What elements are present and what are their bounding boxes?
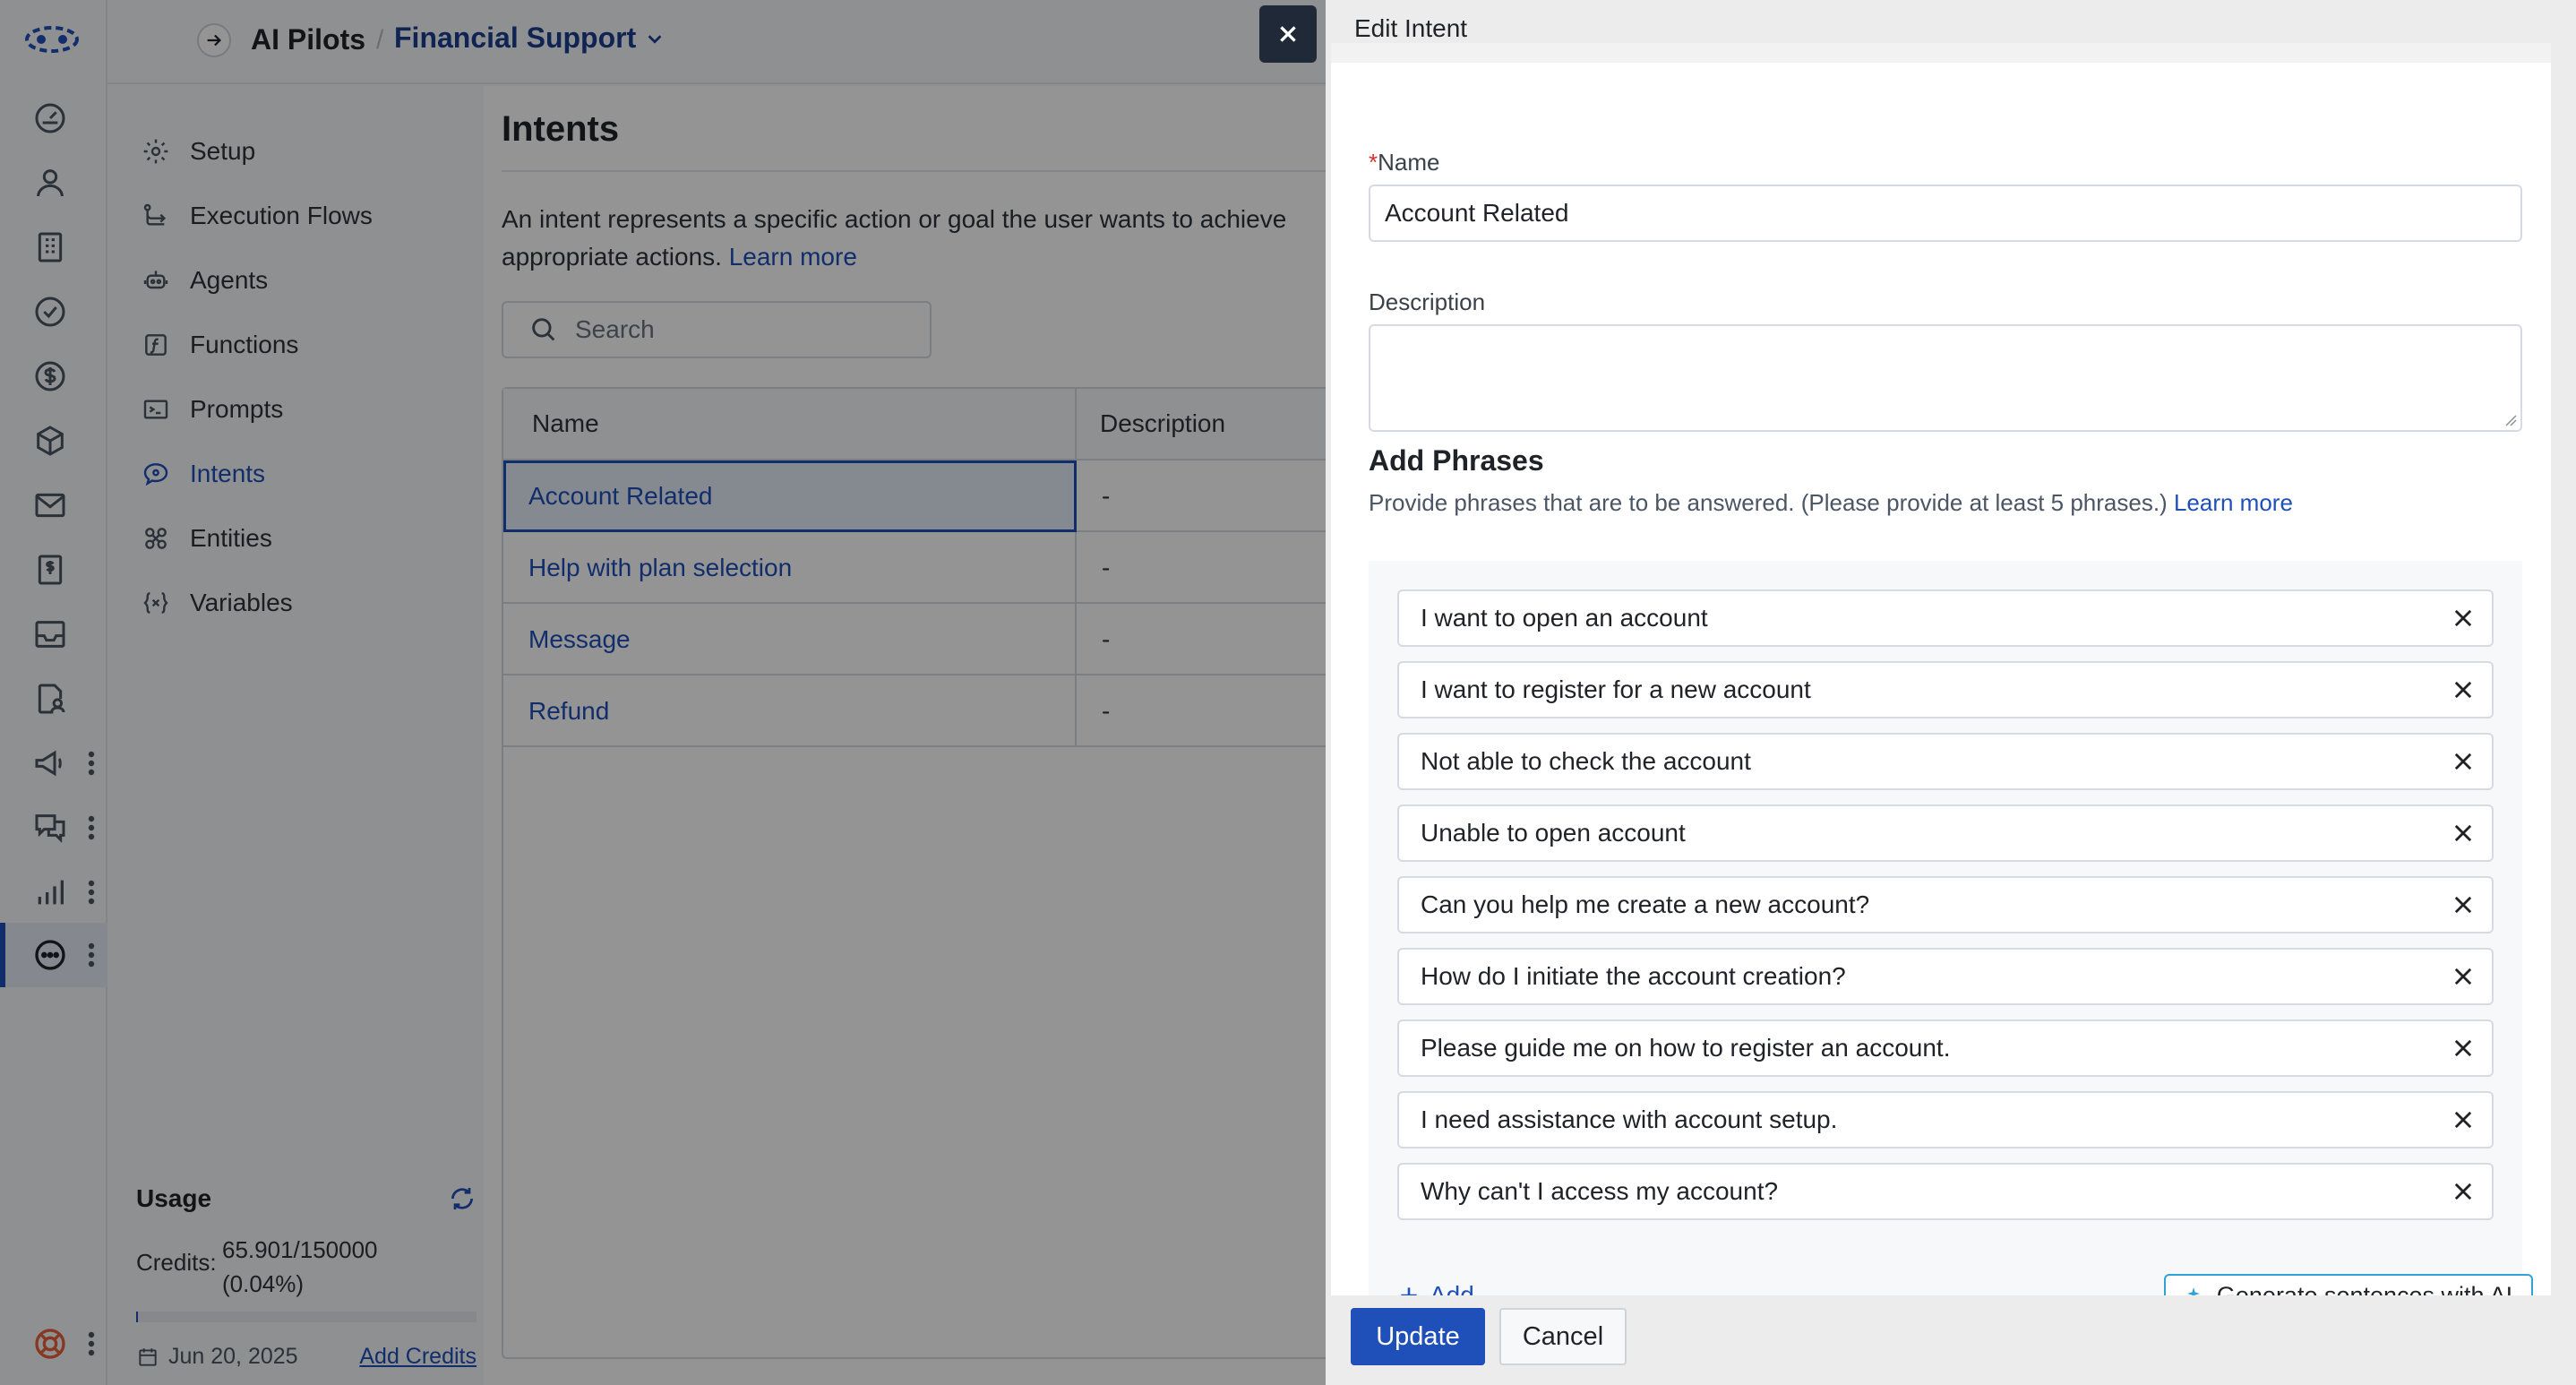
phrase-input[interactable]: How do I initiate the account creation? bbox=[1397, 948, 2494, 1005]
add-phrases-title: Add Phrases bbox=[1369, 444, 1544, 477]
remove-phrase-icon[interactable] bbox=[2451, 749, 2476, 774]
remove-phrase-icon[interactable] bbox=[2451, 677, 2476, 702]
add-phrases-subtitle: Provide phrases that are to be answered.… bbox=[1369, 489, 2293, 517]
phrases-list: I want to open an account I want to regi… bbox=[1369, 561, 2533, 1322]
phrase-text: Unable to open account bbox=[1421, 819, 1686, 847]
phrase-text: Can you help me create a new account? bbox=[1421, 890, 1870, 918]
close-drawer-button[interactable] bbox=[1259, 5, 1317, 63]
phrase-text: How do I initiate the account creation? bbox=[1421, 962, 1846, 990]
phrase-text: I need assistance with account setup. bbox=[1421, 1105, 1838, 1133]
description-textarea[interactable] bbox=[1369, 324, 2522, 432]
remove-phrase-icon[interactable] bbox=[2451, 1179, 2476, 1204]
required-mark: * bbox=[1369, 149, 1378, 176]
phrase-input[interactable]: I want to open an account bbox=[1397, 589, 2494, 647]
phrase-input[interactable]: Unable to open account bbox=[1397, 804, 2494, 862]
phrase-text: Not able to check the account bbox=[1421, 747, 1751, 775]
close-icon bbox=[1280, 26, 1296, 42]
phrase-text: Why can't I access my account? bbox=[1421, 1177, 1779, 1205]
phrases-learn-more-link[interactable]: Learn more bbox=[2174, 489, 2293, 516]
phrase-text: Please guide me on how to register an ac… bbox=[1421, 1034, 1951, 1062]
description-label: Description bbox=[1369, 288, 1486, 315]
remove-phrase-icon[interactable] bbox=[2451, 821, 2476, 846]
cancel-button[interactable]: Cancel bbox=[1499, 1308, 1627, 1365]
drawer-title: Edit Intent bbox=[1354, 14, 1468, 42]
phrase-input[interactable]: Why can't I access my account? bbox=[1397, 1163, 2494, 1220]
remove-phrase-icon[interactable] bbox=[2451, 1036, 2476, 1061]
name-input[interactable]: Account Related bbox=[1369, 185, 2522, 242]
phrases-subtitle-text: Provide phrases that are to be answered.… bbox=[1369, 489, 2168, 516]
remove-phrase-icon[interactable] bbox=[2451, 606, 2476, 631]
phrase-input[interactable]: Please guide me on how to register an ac… bbox=[1397, 1019, 2494, 1077]
phrase-input[interactable]: Not able to check the account bbox=[1397, 733, 2494, 790]
remove-phrase-icon[interactable] bbox=[2451, 964, 2476, 989]
phrase-input[interactable]: I want to register for a new account bbox=[1397, 661, 2494, 718]
remove-phrase-icon[interactable] bbox=[2451, 892, 2476, 917]
update-button[interactable]: Update bbox=[1351, 1308, 1485, 1365]
resize-handle-icon bbox=[2505, 415, 2517, 426]
phrase-text: I want to register for a new account bbox=[1421, 675, 1811, 703]
phrase-input[interactable]: Can you help me create a new account? bbox=[1397, 876, 2494, 933]
phrase-input[interactable]: I need assistance with account setup. bbox=[1397, 1091, 2494, 1148]
drawer-footer: Update Cancel bbox=[1326, 1295, 2576, 1385]
name-label-text: Name bbox=[1378, 149, 1440, 176]
phrase-text: I want to open an account bbox=[1421, 604, 1708, 632]
name-label: *Name bbox=[1369, 149, 1439, 176]
edit-intent-form: *Name Account Related Description Add Ph… bbox=[1331, 43, 2551, 1322]
remove-phrase-icon[interactable] bbox=[2451, 1107, 2476, 1132]
